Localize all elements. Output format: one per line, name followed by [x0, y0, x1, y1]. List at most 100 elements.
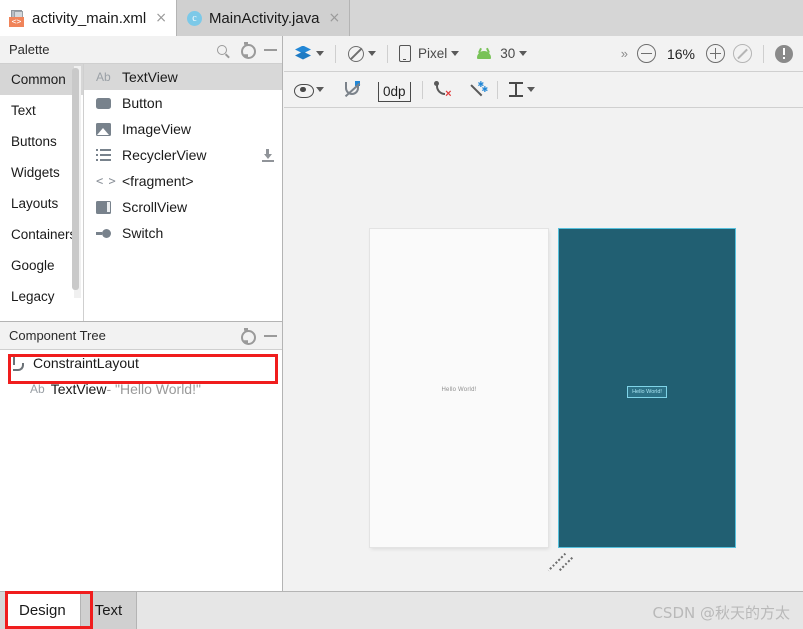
- guidelines-icon: [508, 82, 523, 97]
- tab-bar-empty-area: [350, 0, 803, 36]
- editor-toolbar: Pixel 30 » 16%: [284, 36, 803, 72]
- palette-item-imageview[interactable]: ImageView: [84, 116, 282, 142]
- tab-design[interactable]: Design: [5, 592, 81, 629]
- zoom-out-button[interactable]: [633, 41, 660, 67]
- tree-node-textview[interactable]: Ab TextView - "Hello World!": [0, 376, 282, 402]
- editor-tab-mainactivity-java[interactable]: c MainActivity.java ×: [176, 0, 351, 36]
- autoconnect-button[interactable]: [340, 77, 364, 103]
- api-level-selector[interactable]: 30: [471, 41, 531, 67]
- palette-category-text[interactable]: Text: [0, 95, 83, 126]
- palette-panel: Palette Common Text Buttons Widgets Layo…: [0, 36, 283, 321]
- scroll-icon: [96, 199, 115, 215]
- palette-body: Common Text Buttons Widgets Layouts Cont…: [0, 64, 282, 321]
- button-icon: [96, 95, 115, 111]
- palette-item-label: <fragment>: [122, 173, 194, 189]
- palette-category-widgets[interactable]: Widgets: [0, 157, 83, 188]
- toolbar-overflow-button[interactable]: »: [615, 46, 633, 61]
- palette-item-label: ImageView: [122, 121, 192, 137]
- minimize-icon[interactable]: [258, 37, 282, 63]
- palette-item-button[interactable]: Button: [84, 90, 282, 116]
- guidelines-button[interactable]: [505, 77, 539, 103]
- palette-category-containers[interactable]: Containers: [0, 219, 83, 250]
- tree-node-label: TextView: [50, 381, 107, 397]
- zoom-in-button[interactable]: [702, 41, 729, 67]
- clear-constraints-icon: ×: [433, 81, 452, 100]
- close-icon[interactable]: ×: [155, 11, 167, 25]
- canvas-resize-handle[interactable]: [547, 552, 574, 576]
- issue-notification-icon: [775, 44, 793, 63]
- palette-item-fragment[interactable]: < > <fragment>: [84, 168, 282, 194]
- scrollbar-thumb[interactable]: [72, 68, 79, 290]
- editor-tab-bar: <> activity_main.xml × c MainActivity.ja…: [0, 0, 803, 36]
- default-margin-button[interactable]: 0dp: [374, 77, 415, 103]
- autoconnect-icon: [344, 81, 361, 98]
- palette-item-scrollview[interactable]: ScrollView: [84, 194, 282, 220]
- palette-item-label: TextView: [122, 69, 178, 85]
- editor-tab-activity-main-xml[interactable]: <> activity_main.xml ×: [0, 0, 177, 36]
- design-preview[interactable]: Hello World!: [370, 229, 548, 547]
- tab-text[interactable]: Text: [80, 592, 138, 629]
- zoom-to-fit-icon: [733, 44, 752, 63]
- list-icon: [96, 147, 115, 163]
- search-icon[interactable]: [210, 37, 234, 63]
- palette-category-legacy[interactable]: Legacy: [0, 281, 83, 312]
- minimize-icon[interactable]: [258, 323, 282, 349]
- api-level-label: 30: [500, 46, 516, 61]
- tab-label: activity_main.xml: [32, 9, 147, 27]
- java-class-icon: c: [186, 10, 203, 27]
- switch-icon: [96, 225, 115, 241]
- tree-node-constraintlayout[interactable]: ConstraintLayout: [0, 350, 282, 376]
- palette-item-label: RecyclerView: [122, 147, 207, 163]
- orientation-selector[interactable]: [343, 41, 380, 67]
- blueprint-textview[interactable]: Hello World!: [627, 386, 667, 398]
- design-canvas[interactable]: Hello World! Hello World!: [284, 109, 803, 591]
- tab-label: MainActivity.java: [208, 9, 320, 27]
- device-selector[interactable]: Pixel: [395, 41, 463, 67]
- constraint-toolbar: 0dp × ✱ ✱: [284, 72, 803, 108]
- component-tree-body: ConstraintLayout Ab TextView - "Hello Wo…: [0, 350, 282, 591]
- palette-item-recyclerview[interactable]: RecyclerView: [84, 142, 282, 168]
- palette-item-textview[interactable]: Ab TextView: [84, 64, 282, 90]
- clear-constraints-button[interactable]: ×: [430, 77, 455, 103]
- ab-text-icon: Ab: [96, 70, 111, 84]
- android-icon: [475, 47, 493, 60]
- toolbar-divider: [763, 44, 764, 63]
- component-tree-panel: Component Tree ConstraintLayout Ab TextV…: [0, 321, 283, 591]
- tree-node-suffix: - "Hello World!": [106, 381, 201, 397]
- palette-header: Palette: [0, 36, 282, 64]
- palette-category-google[interactable]: Google: [0, 250, 83, 281]
- palette-item-label: Switch: [122, 225, 164, 241]
- download-icon[interactable]: [262, 148, 274, 162]
- palette-category-common[interactable]: Common: [0, 64, 83, 95]
- palette-category-scrollbar[interactable]: [72, 66, 81, 298]
- tree-node-label: ConstraintLayout: [33, 355, 139, 371]
- infer-constraints-icon: ✱ ✱: [469, 81, 488, 98]
- gear-icon[interactable]: [234, 323, 258, 349]
- palette-item-switch[interactable]: Switch: [84, 220, 282, 246]
- palette-item-label: Button: [122, 95, 163, 111]
- toolbar-divider: [335, 44, 336, 63]
- palette-widget-list: Ab TextView Button ImageView RecyclerVie…: [84, 64, 282, 321]
- palette-category-list[interactable]: Common Text Buttons Widgets Layouts Cont…: [0, 64, 84, 321]
- issue-notification-button[interactable]: [771, 41, 797, 67]
- palette-category-buttons[interactable]: Buttons: [0, 126, 83, 157]
- zoom-to-fit-button[interactable]: [729, 41, 756, 67]
- toolbar-divider: [421, 80, 423, 99]
- zoom-level-label: 16%: [666, 45, 695, 62]
- close-icon[interactable]: ×: [329, 11, 341, 25]
- toolbar-divider: [496, 80, 498, 99]
- infer-constraints-button[interactable]: ✱ ✱: [465, 77, 490, 103]
- palette-category-layouts[interactable]: Layouts: [0, 188, 83, 219]
- palette-title: Palette: [9, 42, 50, 57]
- watermark: CSDN @秋天的方太: [652, 604, 790, 622]
- image-icon: [96, 121, 115, 137]
- gear-icon[interactable]: [234, 37, 258, 63]
- zoom-in-icon: [706, 44, 725, 63]
- blueprint-preview[interactable]: Hello World!: [558, 228, 736, 548]
- xml-file-icon: <>: [9, 9, 26, 27]
- view-options-button[interactable]: [290, 77, 328, 103]
- orientation-icon: [347, 45, 364, 62]
- view-options-icon: [294, 83, 314, 98]
- design-surface-selector[interactable]: [290, 41, 328, 67]
- android-studio-layout-editor: <> activity_main.xml × c MainActivity.ja…: [0, 0, 803, 629]
